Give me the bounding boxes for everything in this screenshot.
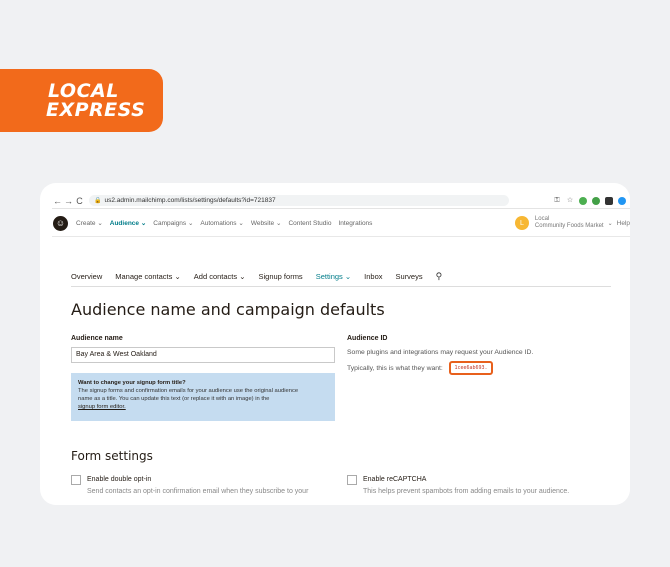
tab-add-contacts[interactable]: Add contacts ⌄ (194, 272, 246, 281)
recaptcha-label: Enable reCAPTCHA (363, 476, 427, 483)
signup-form-editor-link[interactable]: signup form editor. (78, 403, 328, 411)
form-settings-heading: Form settings (71, 449, 153, 463)
help-link[interactable]: Help (617, 220, 630, 227)
recaptcha-description: This helps prevent spambots from adding … (363, 488, 570, 495)
extension-icon[interactable] (618, 196, 626, 205)
mailchimp-logo-icon[interactable]: ☺ (53, 215, 68, 231)
double-optin-label: Enable double opt-in (87, 476, 152, 483)
back-arrow-icon[interactable]: ← (52, 196, 63, 206)
extension-icon[interactable] (592, 196, 600, 205)
nav-audience[interactable]: Audience ⌄ (110, 219, 147, 227)
browser-window: ← → C 🔒 us2.admin.mailchimp.com/lists/se… (52, 193, 630, 505)
audience-name-input[interactable]: Bay Area & West Oakland (71, 347, 335, 363)
tab-manage-contacts[interactable]: Manage contacts ⌄ (115, 272, 181, 281)
nav-website[interactable]: Website ⌄ (251, 219, 282, 227)
account-menu[interactable]: L Local Community Foods Market ⌄ Help (514, 216, 630, 230)
account-name: Local Community Foods Market (534, 216, 604, 229)
browser-toolbar: ← → C 🔒 us2.admin.mailchimp.com/lists/se… (52, 193, 630, 209)
reload-icon[interactable]: C (74, 196, 85, 206)
logo-line-2: EXPRESS (46, 98, 146, 121)
extension-icon[interactable] (605, 196, 613, 205)
address-bar[interactable]: 🔒 us2.admin.mailchimp.com/lists/settings… (89, 195, 509, 206)
recaptcha-checkbox[interactable] (347, 475, 357, 485)
chevron-down-icon: ⌄ (607, 220, 613, 227)
audience-id-label: Audience ID (347, 335, 388, 342)
tab-signup-forms[interactable]: Signup forms (259, 272, 303, 281)
screenshot-card: ← → C 🔒 us2.admin.mailchimp.com/lists/se… (40, 183, 630, 505)
double-optin-description: Send contacts an opt-in confirmation ema… (87, 488, 309, 495)
extension-icon[interactable] (579, 196, 587, 205)
nav-create[interactable]: Create ⌄ (76, 219, 103, 227)
tab-settings[interactable]: Settings ⌄ (316, 272, 351, 281)
audience-id-description: Some plugins and integrations may reques… (347, 349, 534, 356)
star-icon[interactable]: ☆ (566, 197, 574, 205)
local-express-logo: LOCAL EXPRESS (0, 69, 163, 132)
tab-overview[interactable]: Overview (71, 272, 102, 281)
forward-arrow-icon[interactable]: → (63, 196, 74, 206)
extension-tray: ⚿ ☆ (553, 196, 630, 205)
audience-name-label: Audience name (71, 335, 123, 342)
logo-line-1: LOCAL (48, 79, 119, 102)
tab-inbox[interactable]: Inbox (364, 272, 382, 281)
nav-automations[interactable]: Automations ⌄ (200, 219, 243, 227)
slide-background: LOCAL EXPRESS ← → C 🔒 us2.admin.mailchim… (0, 0, 670, 567)
url-text: us2.admin.mailchimp.com/lists/settings/d… (104, 197, 276, 204)
nav-integrations[interactable]: Integrations (338, 220, 372, 227)
audience-sub-nav: Overview Manage contacts ⌄ Add contacts … (71, 267, 611, 287)
tab-surveys[interactable]: Surveys (396, 272, 423, 281)
mailchimp-top-nav: ☺ Create ⌄ Audience ⌄ Campaigns ⌄ Automa… (52, 210, 630, 237)
page-title: Audience name and campaign defaults (71, 300, 385, 319)
double-optin-checkbox[interactable] (71, 475, 81, 485)
signup-title-info-box: Want to change your signup form title? T… (71, 373, 335, 421)
search-icon[interactable]: ⚲ (436, 271, 443, 282)
audience-id-prefix: Typically, this is what they want: (347, 365, 443, 372)
lock-icon: 🔒 (94, 198, 102, 204)
nav-content-studio[interactable]: Content Studio (288, 220, 331, 227)
audience-id-value: 1cee6ab693. (449, 361, 493, 375)
avatar: L (514, 216, 529, 230)
nav-campaigns[interactable]: Campaigns ⌄ (153, 219, 193, 227)
key-icon[interactable]: ⚿ (553, 197, 561, 205)
